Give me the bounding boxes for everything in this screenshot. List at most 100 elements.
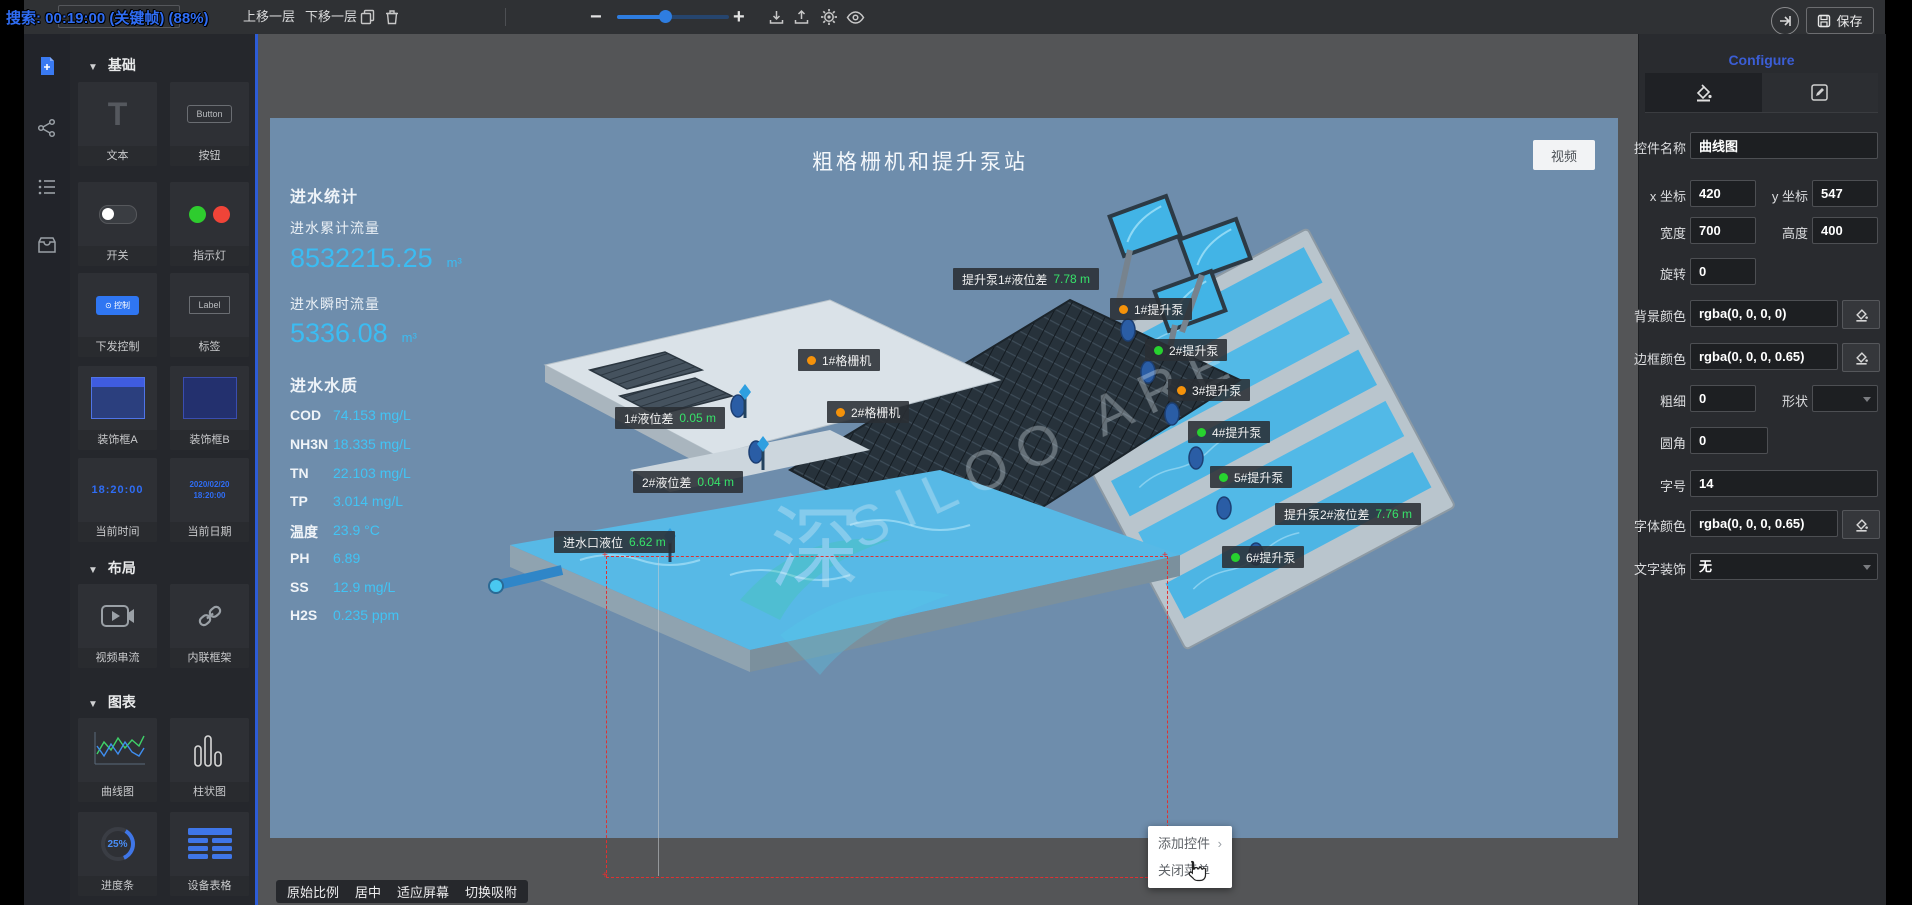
palette-item-switch[interactable]: 开关	[78, 182, 157, 266]
label-pump1-level-diff[interactable]: 提升泵1#液位差 7.78 m	[953, 268, 1099, 290]
status-dot-green	[1219, 473, 1228, 482]
palette-item-label: 装饰框B	[170, 430, 249, 450]
left-icon-rail	[24, 34, 70, 905]
progress-thumb: 25%	[78, 812, 157, 876]
background-color-input[interactable]	[1690, 300, 1838, 327]
palette-item-control[interactable]: ⊙ 控制 下发控制	[78, 273, 157, 357]
copy-icon[interactable]	[360, 9, 376, 25]
text-decoration-select[interactable]: 无	[1690, 553, 1878, 580]
move-down-layer-button[interactable]: 下移一层	[305, 0, 357, 34]
zoom-in-button[interactable]: +	[733, 0, 745, 34]
paint-bucket-icon	[1694, 83, 1713, 102]
font-color-input[interactable]	[1690, 510, 1838, 537]
palette-item-label: 进度条	[78, 876, 157, 896]
download-icon[interactable]	[768, 9, 785, 26]
font-size-input[interactable]	[1690, 470, 1878, 497]
video-button[interactable]: 视频	[1533, 140, 1595, 170]
label-pump-2[interactable]: 2#提升泵	[1145, 339, 1227, 361]
label-level-diff-1[interactable]: 1#液位差 0.05 m	[615, 407, 725, 429]
chip-text: 6#提升泵	[1246, 549, 1295, 566]
palette-item-video-stream[interactable]: 视频串流	[78, 584, 157, 668]
y-coordinate-input[interactable]	[1812, 180, 1878, 207]
palette-item-label: 下发控制	[78, 337, 157, 357]
shape-select[interactable]	[1812, 385, 1878, 412]
current-date-thumb: 2020/02/2018:20:00	[170, 458, 249, 522]
label-pump-4[interactable]: 4#提升泵	[1188, 421, 1270, 443]
chip-value: 0.05 m	[679, 411, 716, 425]
label-pump-1[interactable]: 1#提升泵	[1110, 298, 1192, 320]
rotate-input[interactable]	[1690, 258, 1756, 285]
palette-item-iframe[interactable]: 内联框架	[170, 584, 249, 668]
preview-run-button[interactable]	[1771, 7, 1799, 35]
label-screen-2[interactable]: 2#格栅机	[827, 401, 909, 423]
font-color-picker-button[interactable]	[1842, 510, 1880, 539]
trash-icon[interactable]	[384, 9, 400, 25]
label-pump-3[interactable]: 3#提升泵	[1168, 379, 1250, 401]
green-light-icon	[189, 206, 206, 223]
tab-style[interactable]	[1645, 73, 1762, 112]
background-color-picker-button[interactable]	[1842, 300, 1880, 329]
palette-item-line-chart[interactable]: 曲线图	[78, 718, 157, 802]
widget-name-input[interactable]	[1690, 132, 1878, 159]
toolbar-separator	[505, 8, 506, 26]
submenu-arrow-icon: ›	[1218, 830, 1222, 857]
quality-row-value: 12.9 mg/L	[333, 579, 395, 595]
table-icon	[186, 826, 234, 862]
height-input[interactable]	[1812, 217, 1878, 244]
palette-item-text[interactable]: T 文本	[78, 82, 157, 166]
list-icon[interactable]	[37, 177, 57, 197]
palette-item-indicator[interactable]: 指示灯	[170, 182, 249, 266]
quality-row-value: 23.9 °C	[333, 522, 380, 538]
border-color-picker-button[interactable]	[1842, 343, 1880, 372]
field-label: 文字装饰	[1606, 559, 1686, 578]
palette-item-current-time[interactable]: 18:20:00 当前时间	[78, 458, 157, 542]
border-color-input[interactable]	[1690, 343, 1838, 370]
label-pump2-level-diff[interactable]: 提升泵2#液位差 7.76 m	[1275, 503, 1421, 525]
tab-data[interactable]	[1762, 73, 1879, 112]
center-button[interactable]: 居中	[355, 882, 381, 901]
eye-icon[interactable]	[846, 9, 865, 26]
palette-item-frame-b[interactable]: 装饰框B	[170, 366, 249, 450]
corner-radius-input[interactable]	[1690, 427, 1768, 454]
toggle-snap-button[interactable]: 切换吸附	[465, 882, 517, 901]
edit-icon	[1810, 83, 1829, 102]
palette-item-current-date[interactable]: 2020/02/2018:20:00 当前日期	[170, 458, 249, 542]
context-menu-add-widget[interactable]: 添加控件 ›	[1148, 830, 1232, 857]
fit-screen-button[interactable]: 适应屏幕	[397, 882, 449, 901]
field-label: 字体颜色	[1606, 516, 1686, 535]
pages-icon[interactable]	[37, 56, 57, 76]
palette-item-device-table[interactable]: 设备表格	[170, 812, 249, 896]
field-label: 字号	[1606, 476, 1686, 495]
zoom-slider-knob[interactable]	[659, 10, 672, 23]
upload-icon[interactable]	[793, 9, 810, 26]
field-label: 旋转	[1606, 264, 1686, 283]
archive-box-icon[interactable]	[37, 235, 57, 255]
selected-widget-outline[interactable]	[606, 556, 1168, 878]
label-screen-1[interactable]: 1#格栅机	[798, 349, 880, 371]
chip-text: 2#格栅机	[851, 404, 900, 421]
field-label: y 坐标	[1728, 186, 1808, 205]
label-pump-5[interactable]: 5#提升泵	[1210, 466, 1292, 488]
gear-icon[interactable]	[820, 8, 838, 26]
section-header-layout[interactable]: ▼布局	[88, 558, 136, 578]
zoom-out-button[interactable]: −	[590, 0, 602, 34]
section-header-charts[interactable]: ▼图表	[88, 692, 136, 712]
palette-item-bar-chart[interactable]: 柱状图	[170, 718, 249, 802]
palette-item-progress[interactable]: 25% 进度条	[78, 812, 157, 896]
palette-item-tag[interactable]: Label 标签	[170, 273, 249, 357]
flow-icon[interactable]	[37, 118, 57, 138]
section-header-basic[interactable]: ▼基础	[88, 55, 136, 75]
label-level-diff-2[interactable]: 2#液位差 0.04 m	[633, 471, 743, 493]
selection-corner: +	[602, 553, 608, 559]
move-up-layer-button[interactable]: 上移一层	[243, 0, 295, 34]
button-widget-thumb: Button	[170, 82, 249, 146]
palette-item-frame-a[interactable]: 装饰框A	[78, 366, 157, 450]
palette-item-button[interactable]: Button 按钮	[170, 82, 249, 166]
palette-item-label: 开关	[78, 246, 157, 266]
device-table-thumb	[170, 812, 249, 876]
save-button[interactable]: 保存	[1806, 7, 1874, 34]
original-scale-button[interactable]: 原始比例	[287, 882, 339, 901]
label-pump-6[interactable]: 6#提升泵	[1222, 546, 1304, 568]
label-inlet-level[interactable]: 进水口液位 6.62 m	[554, 531, 675, 553]
config-panel-title: Configure	[1638, 52, 1885, 68]
